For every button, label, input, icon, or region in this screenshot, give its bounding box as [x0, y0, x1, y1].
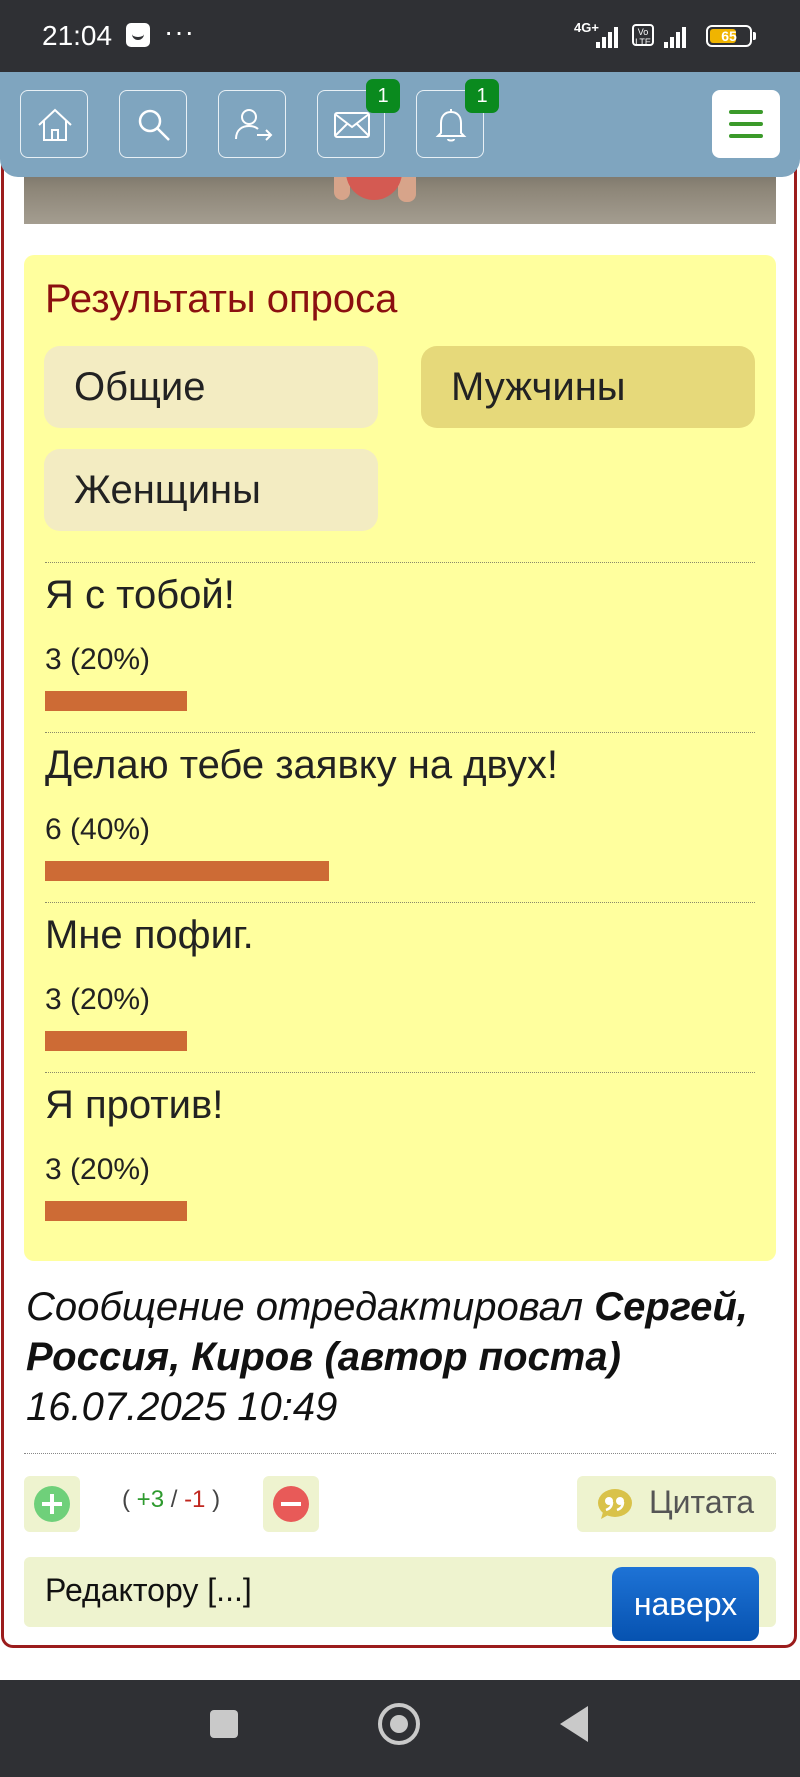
poll-option-text: Мне пофиг. [45, 913, 254, 957]
home-circle-icon[interactable] [378, 1703, 420, 1745]
user-login-icon [235, 109, 273, 141]
rating-close-paren: ) [212, 1486, 221, 1513]
signal-strength-icon [596, 24, 626, 48]
vote-minus-button[interactable] [263, 1476, 319, 1532]
status-time: 21:04 [42, 20, 113, 51]
battery-icon: 65 [706, 25, 756, 47]
poll-option-text: Я против! [45, 1083, 224, 1127]
system-navigation-bar [0, 1680, 800, 1777]
quote-icon [598, 1489, 632, 1519]
messages-badge: 1 [366, 79, 400, 113]
edit-note-datetime: 16.07.2025 10:49 [26, 1385, 338, 1429]
bell-icon [435, 109, 467, 142]
volte-icon: Vo LTE [632, 24, 654, 47]
quote-button[interactable]: Цитата [577, 1476, 776, 1532]
back-icon[interactable] [560, 1706, 588, 1742]
rating-separator: / [170, 1486, 178, 1513]
edit-note: Сообщение отредактировал Сергей, Россия,… [26, 1282, 786, 1432]
poll-option-count: 3 (20%) [45, 1153, 151, 1186]
edit-note-prefix: Сообщение отредактировал [26, 1285, 584, 1329]
poll-option-bar [45, 861, 329, 881]
quote-label: Цитата [649, 1484, 755, 1520]
reply-to-editor-label: Редактору [...] [45, 1572, 252, 1608]
search-icon [138, 109, 170, 141]
option-divider [45, 732, 755, 733]
rating-open-paren: ( [122, 1486, 130, 1513]
poll-option-text: Делаю тебе заявку на двух! [45, 743, 559, 787]
post-rating: ( +3 / -1 ) [122, 1486, 220, 1514]
poll-option-count: 3 (20%) [45, 983, 151, 1016]
poll-option-bar [45, 1201, 187, 1221]
messages-button[interactable]: 1 [317, 79, 400, 158]
plus-icon [34, 1486, 70, 1522]
home-icon [38, 108, 72, 141]
more-notifications-icon: ··· [164, 16, 195, 47]
poll-option-count: 6 (40%) [45, 813, 151, 846]
app-notification-icon [126, 23, 150, 47]
notifications-button[interactable]: 1 [416, 79, 499, 158]
battery-level: 65 [721, 28, 737, 44]
login-button[interactable] [218, 90, 286, 158]
vote-plus-button[interactable] [24, 1476, 80, 1532]
option-divider [45, 562, 755, 563]
poll-option-text: Я с тобой! [45, 573, 235, 617]
tab-general[interactable]: Общие [44, 346, 378, 428]
minus-icon [273, 1486, 309, 1522]
tab-men[interactable]: Мужчины [421, 346, 755, 428]
scroll-to-top-button[interactable]: наверх [612, 1567, 759, 1641]
poll-results-panel: Результаты опроса Общие Мужчины Женщины … [24, 255, 776, 1261]
option-divider [45, 1072, 755, 1073]
mail-icon [334, 112, 370, 138]
option-divider [45, 902, 755, 903]
notifications-badge: 1 [465, 79, 499, 113]
post-divider [24, 1453, 776, 1454]
poll-option-bar [45, 691, 187, 711]
rating-minus: -1 [184, 1486, 206, 1513]
status-bar: 21:04 ··· 4G+ Vo LTE 65 [0, 0, 800, 72]
poll-option-count: 3 (20%) [45, 643, 151, 676]
home-button[interactable] [20, 90, 88, 158]
tab-women[interactable]: Женщины [44, 449, 378, 531]
poll-option-bar [45, 1031, 187, 1051]
signal-strength-icon-2 [664, 24, 694, 48]
menu-button[interactable] [712, 90, 780, 158]
top-navigation: 1 1 [0, 72, 800, 177]
poll-title: Результаты опроса [45, 277, 398, 321]
search-button[interactable] [119, 90, 187, 158]
rating-plus: +3 [136, 1486, 165, 1513]
recent-apps-icon[interactable] [210, 1710, 238, 1738]
